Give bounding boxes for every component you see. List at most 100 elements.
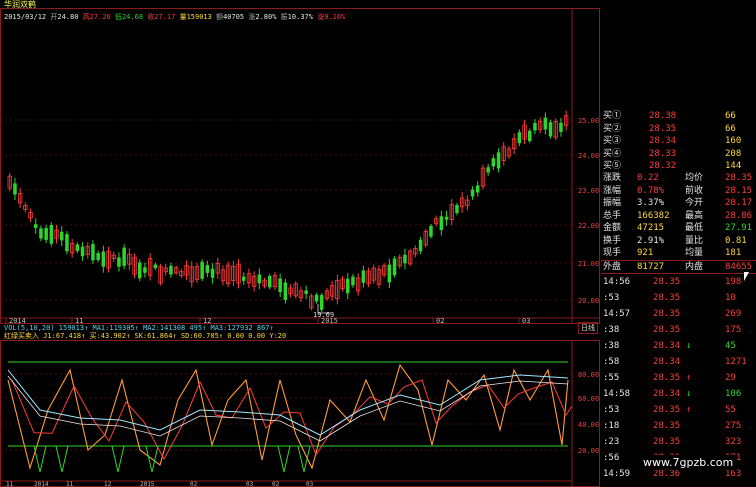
bid-volume: 144 (725, 161, 742, 171)
bid-volume: 208 (725, 148, 742, 159)
tick-time: :53 (603, 293, 620, 303)
tick-direction-icon: ↓ (686, 389, 692, 399)
stat-value: 2.91% (637, 235, 665, 246)
price-grid (0, 8, 600, 324)
date-tick-label: 11 (75, 317, 83, 324)
tick-time: 14:56 (603, 277, 631, 287)
tick-time: :18 (603, 421, 620, 431)
candle-body-down (486, 167, 490, 173)
oscillator-tick-label: 12 (104, 481, 112, 487)
candle-body-down (13, 183, 17, 195)
stats-row: 外盘 81727 内盘 84655 (601, 259, 756, 274)
tick-volume: 29 (725, 373, 736, 383)
candle-body-down (39, 228, 43, 239)
tick-time: :55 (603, 373, 620, 383)
tick-time: :53 (603, 405, 620, 415)
stats-row: 金额 47215 最低 27.91 (601, 222, 756, 234)
candle-body-down (101, 251, 106, 267)
bid-level-label: 买④ (603, 148, 622, 159)
candle-body-down (205, 265, 210, 273)
oscillator-tick-label: 02 (272, 481, 280, 487)
volume-indicator-text: VOL(5,10,20) 159013↑ MA1:119305↑ MA2:141… (4, 324, 274, 332)
tick-row: :23 28.35 323 (601, 436, 756, 448)
level-tick-label: 60.00 (578, 395, 599, 403)
candle-body-down (543, 117, 548, 130)
candle-body-down (470, 189, 475, 197)
date-tick-label: 03 (522, 317, 530, 324)
low-price-marker: 19.69 (313, 311, 334, 319)
stat-label: 外盘 (603, 261, 622, 272)
tick-volume: 10 (725, 293, 736, 303)
candle-body-down (439, 216, 444, 230)
bid-level-label: 买① (603, 111, 622, 121)
stats-row: 振幅 3.37% 今开 28.17 (601, 197, 756, 209)
stat-label: 换手 (603, 235, 622, 246)
tick-volume: 55 (725, 405, 736, 415)
order-book-row: 买⑤ 28.32 144 (601, 160, 756, 172)
candle-body-down (91, 243, 95, 261)
stat-label: 金额 (603, 223, 622, 233)
order-book-row: 买② 28.35 66 (601, 123, 756, 135)
stat-value: 84655 (725, 261, 753, 272)
candle-body-down (153, 264, 158, 269)
tick-volume: 275 (725, 421, 742, 431)
candle-body-down (80, 246, 85, 257)
candle-body-down (346, 278, 350, 294)
candle-body-down (138, 262, 142, 279)
stat-label: 今开 (685, 198, 704, 208)
candle-body-down (169, 265, 173, 275)
candle-body-down (60, 231, 64, 241)
tick-row: :55 28.35 ↑ 29 (601, 372, 756, 384)
price-tick-label: 22.00 (578, 222, 599, 230)
oscillator-tick-label: 11 (66, 481, 74, 487)
oscillator-chart[interactable]: 80.00 60.00 40.00 20.00 11 2014 11 12 2015 02 03 0… (0, 340, 600, 487)
stats-row: 换手 2.91% 量比 0.81 (601, 235, 756, 247)
candle-body-down (278, 278, 282, 293)
stat-value: 47215 (637, 223, 665, 233)
candle-body-down (491, 158, 496, 167)
stat-value: 28.15 (725, 185, 753, 196)
tick-price: 28.35 (653, 405, 681, 415)
candle-body-down (528, 130, 532, 142)
tick-row: :38 28.34 ↓ 45 (601, 340, 756, 352)
bid-price: 28.34 (649, 136, 677, 146)
stats-row: 总手 166382 最高 28.86 (601, 210, 756, 222)
candle-body-down (517, 132, 522, 144)
tick-row: 14:57 28.35 269 (601, 308, 756, 320)
price-tick-label: 20.00 (578, 297, 599, 305)
buy-signal-marker (111, 445, 125, 473)
candle-body-down (444, 216, 449, 220)
oscillator-tick-label: 2014 (34, 481, 49, 487)
stat-value: 28.86 (725, 210, 753, 221)
candle-body-down (242, 276, 246, 281)
buy-signal-marker (277, 445, 291, 473)
candle-body-down (283, 282, 288, 300)
oscillator-lines (7, 363, 573, 473)
tick-row: :58 28.34 1271 (601, 356, 756, 368)
bid-volume: 160 (725, 136, 742, 146)
tick-price: 28.34 (653, 357, 681, 367)
tick-time: :56 (603, 453, 620, 463)
price-tick-label: 25.00 (578, 117, 599, 125)
tick-time: 14:58 (603, 389, 631, 399)
candle-body-down (34, 224, 38, 229)
candle-body-down (361, 270, 366, 283)
candle-body-down (548, 122, 553, 137)
tick-volume: 175 (725, 325, 742, 335)
oscillator-tick-label: 11 (6, 481, 14, 487)
stat-label: 涨跌 (603, 173, 622, 183)
stats-row: 涨跌 0.22 均价 28.35 (601, 172, 756, 184)
stat-label: 总手 (603, 210, 622, 221)
candle-body-down (559, 122, 563, 132)
stat-label: 最高 (685, 210, 704, 221)
stat-label: 最低 (685, 223, 704, 233)
bid-price: 28.35 (649, 123, 677, 134)
candle-body-down (320, 295, 324, 310)
tick-row: :53 28.35 10 (601, 292, 756, 304)
tick-price: 28.35 (653, 325, 681, 335)
candle-body-down (117, 257, 121, 267)
stat-value: 81727 (637, 261, 665, 272)
candlestick-chart[interactable]: 25.00 24.00 23.00 22.00 21.00 20.00 2014 11 12 2… (0, 8, 600, 324)
stats-row: 现手 921 均量 181 (601, 247, 756, 259)
candle-body-down (65, 234, 69, 252)
